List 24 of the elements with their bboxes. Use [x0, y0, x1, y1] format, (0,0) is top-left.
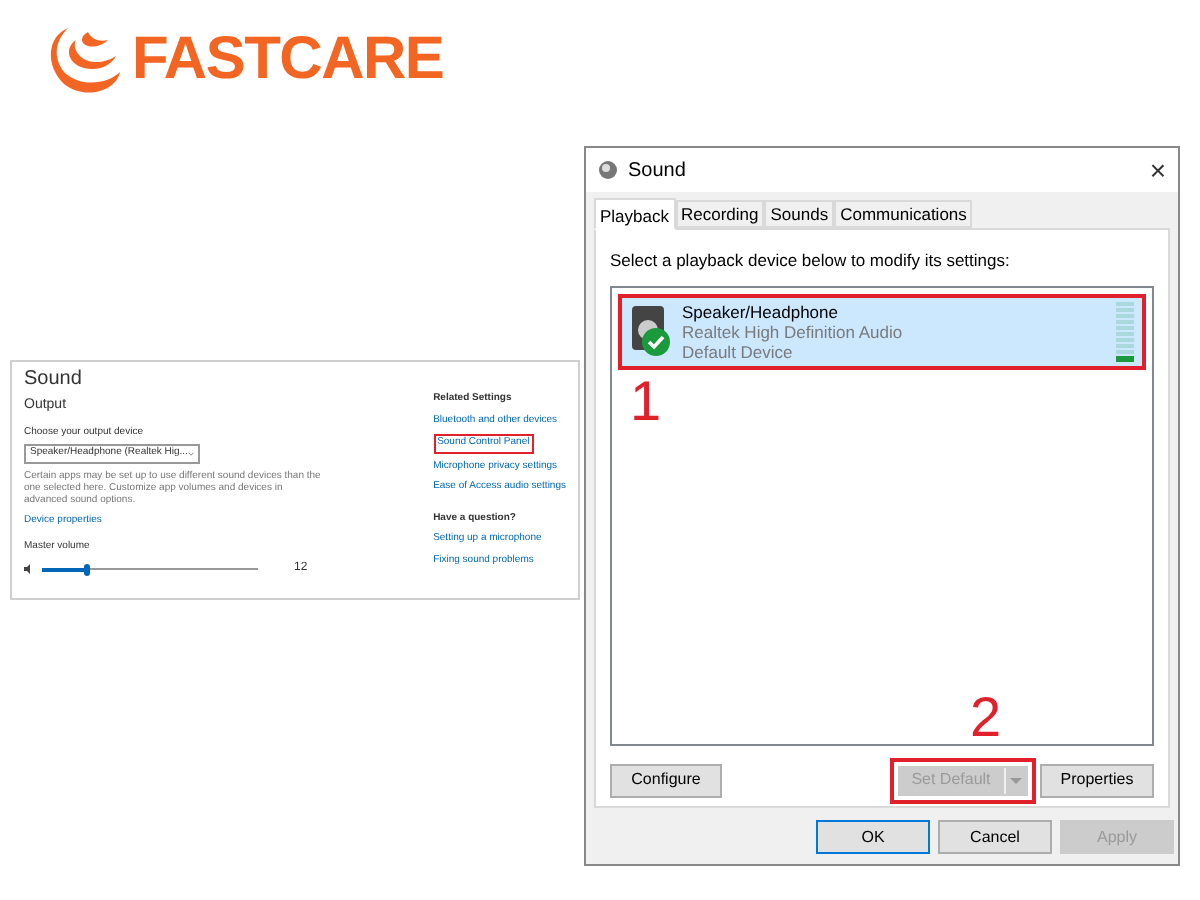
configure-button[interactable]: Configure: [610, 763, 722, 798]
speaker-icon: [598, 160, 618, 180]
tab[interactable]: Recording: [675, 200, 765, 228]
tab[interactable]: Playback: [594, 198, 675, 230]
dialog-button[interactable]: OK: [816, 820, 930, 854]
instruction-text: Select a playback device below to modify its settings:: [610, 248, 1012, 274]
device-name: Speaker/Headphone: [682, 301, 840, 322]
tab[interactable]: Communications: [834, 200, 973, 228]
step-number: 2: [970, 689, 1004, 746]
settings-title: Sound: [24, 368, 84, 392]
caret-icon: [1004, 765, 1028, 796]
properties-button[interactable]: Properties: [1040, 763, 1154, 798]
close-button[interactable]: ×: [1149, 156, 1166, 184]
volume-slider[interactable]: [42, 563, 258, 575]
logo-wordmark: FASTCARE: [132, 30, 444, 90]
dialog-button[interactable]: Cancel: [938, 820, 1052, 854]
device-status: Default Device: [682, 341, 795, 362]
device-row[interactable]: Speaker/Headphone Realtek High Definition Audio Default Device: [618, 293, 1146, 370]
tab[interactable]: Sounds: [764, 200, 835, 228]
speaker-icon: [24, 564, 34, 574]
device-driver: Realtek High Definition Audio: [682, 321, 903, 342]
level-meter: [1116, 301, 1134, 362]
window-title: Sound: [628, 157, 686, 185]
step-number: 1: [630, 373, 664, 430]
